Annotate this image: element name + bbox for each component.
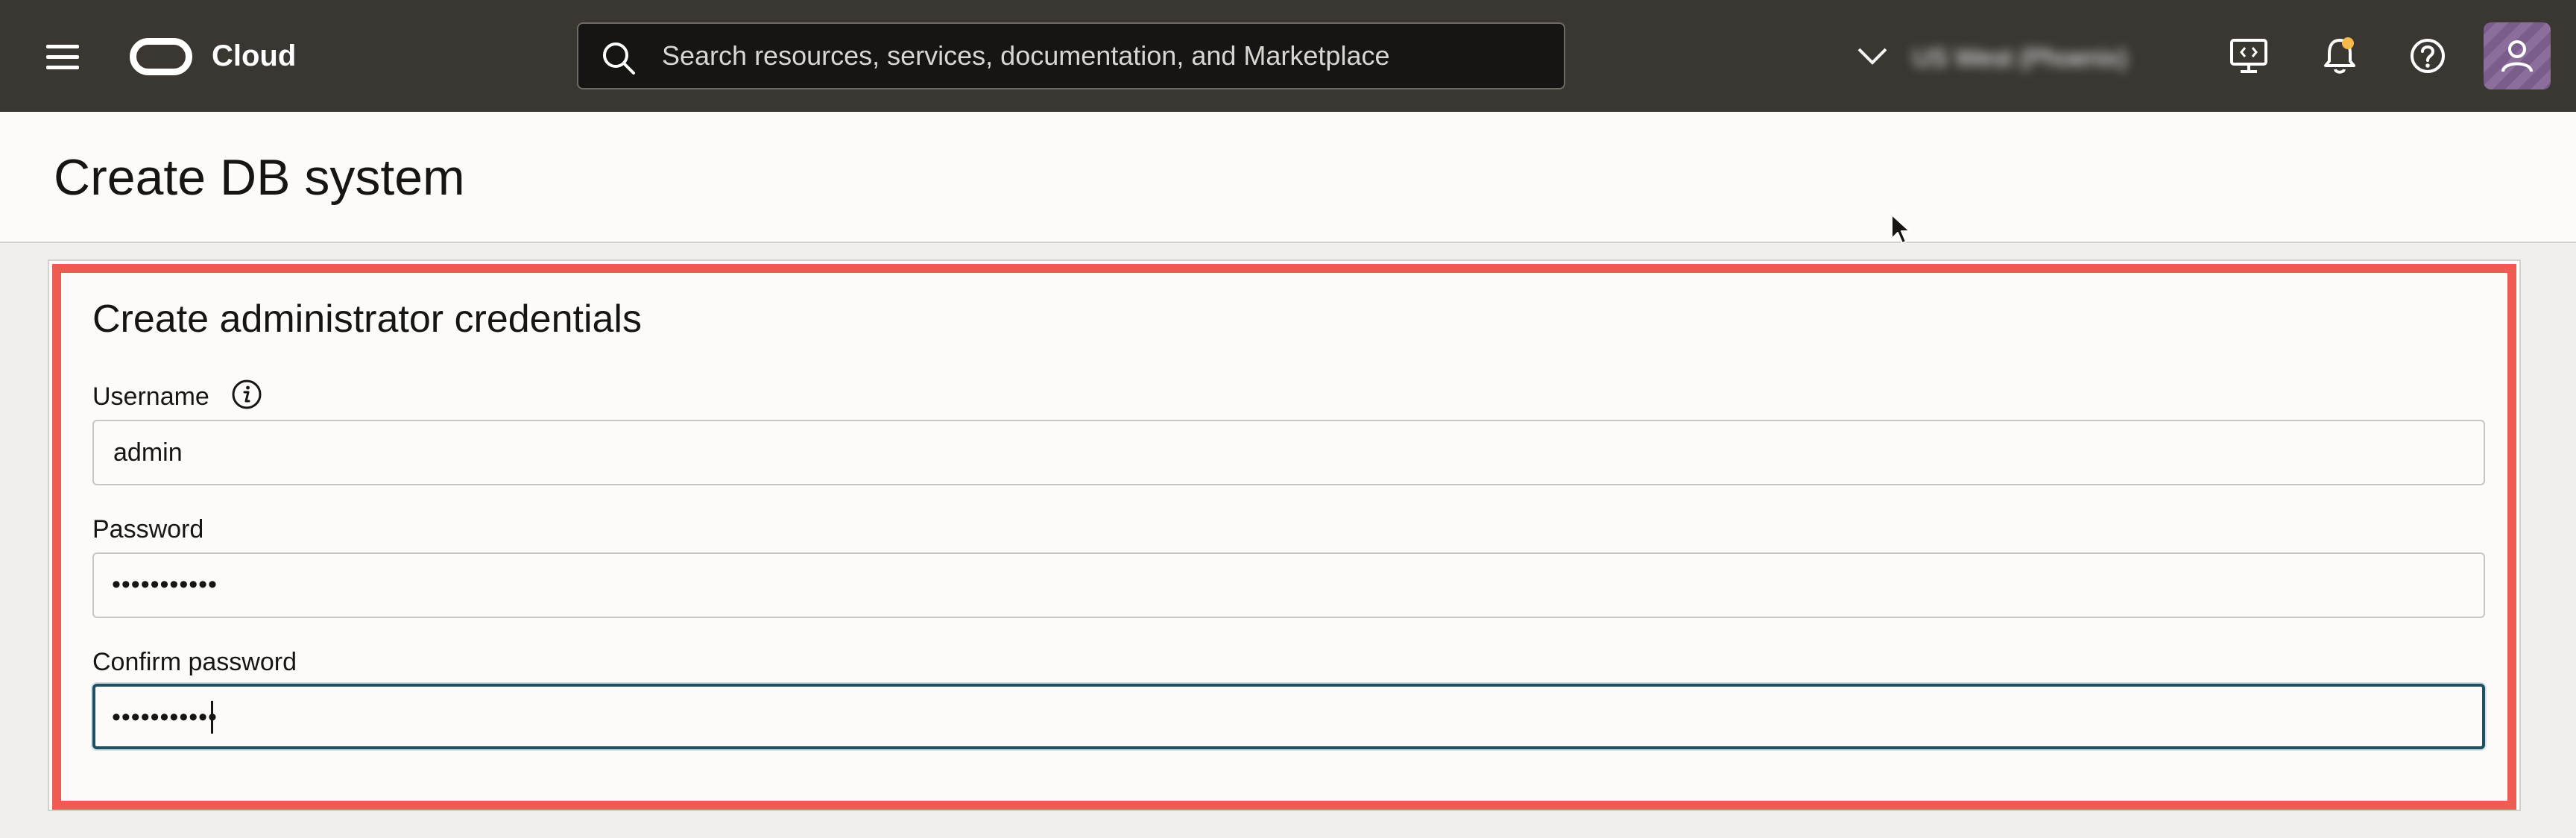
username-field[interactable]: [92, 420, 2485, 485]
password-value: •••••••••••: [112, 570, 218, 599]
cloud-shell-icon[interactable]: [2227, 34, 2270, 78]
brand-name[interactable]: Cloud: [212, 37, 296, 75]
search-icon: [603, 42, 635, 75]
confirm-password-label: Confirm password: [92, 648, 297, 676]
section-title: Create administrator credentials: [92, 297, 642, 341]
help-icon[interactable]: [2406, 34, 2449, 78]
menu-icon[interactable]: [46, 45, 80, 70]
username-label: Username: [92, 382, 209, 411]
bell-icon[interactable]: [2318, 34, 2361, 78]
page-header: Create DB system: [0, 112, 2576, 243]
password-label: Password: [92, 515, 204, 544]
password-field[interactable]: [92, 552, 2485, 618]
global-search[interactable]: [577, 22, 1565, 89]
page-title: Create DB system: [54, 149, 465, 206]
chevron-down-icon[interactable]: [1856, 42, 1889, 72]
top-navigation-bar: Cloud US West (Phoenix): [0, 0, 2576, 112]
confirm-password-value: •••••••••••: [112, 703, 218, 731]
text-caret: [211, 701, 213, 734]
info-icon[interactable]: [231, 379, 262, 410]
oracle-logo-icon[interactable]: [130, 38, 192, 75]
confirm-password-field[interactable]: [92, 684, 2485, 749]
user-icon: [2501, 40, 2533, 72]
mouse-pointer-icon: [1891, 214, 1910, 244]
avatar[interactable]: [2484, 22, 2551, 89]
region-selector[interactable]: US West (Phoenix): [1913, 43, 2184, 73]
search-input[interactable]: [660, 24, 1555, 88]
